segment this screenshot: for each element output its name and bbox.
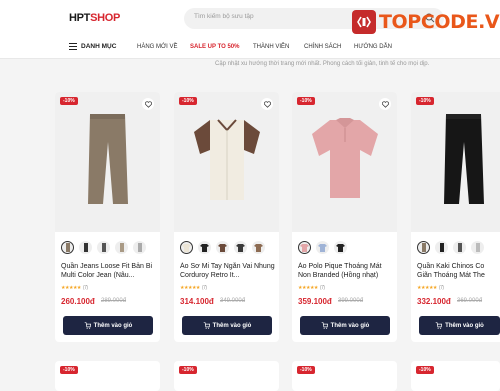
discount-badge: -10% bbox=[297, 366, 315, 374]
old-price: 289.000đ bbox=[101, 298, 127, 304]
product-name[interactable]: Quần Kaki Chinos Co Giãn Thoáng Mát The … bbox=[417, 262, 500, 280]
color-swatches bbox=[298, 241, 347, 254]
shop-logo[interactable]: HPTSHOP bbox=[69, 12, 120, 24]
wishlist-heart-icon[interactable] bbox=[261, 98, 273, 110]
rating-count: (7) bbox=[319, 285, 325, 291]
search-placeholder: Tìm kiếm bộ sưu tập bbox=[194, 13, 254, 20]
rating-stars: ★★★★★ (7) bbox=[417, 285, 444, 291]
color-swatches bbox=[180, 241, 265, 254]
swatch[interactable] bbox=[252, 241, 265, 254]
topcode-text: TOPCODE.VN bbox=[379, 11, 500, 33]
product-price: 260.100đ bbox=[61, 297, 95, 306]
rating-count: (7) bbox=[82, 285, 88, 291]
product-price: 332.100đ bbox=[417, 297, 451, 306]
logo-text-left: HPT bbox=[69, 12, 91, 24]
main-nav: DANH MỤC HÀNG MỚI VỀ SALE UP TO 50% THÀN… bbox=[0, 37, 500, 59]
swatch[interactable] bbox=[180, 241, 193, 254]
swatch[interactable] bbox=[316, 241, 329, 254]
hamburger-icon bbox=[69, 43, 77, 50]
topcode-watermark: TOPCODE.VN bbox=[352, 8, 500, 36]
add-to-cart-button[interactable]: Thêm vào giỏ bbox=[300, 316, 390, 335]
rating-count: (7) bbox=[201, 285, 207, 291]
discount-badge: -10% bbox=[60, 97, 78, 105]
cart-icon bbox=[203, 322, 210, 329]
swatch[interactable] bbox=[471, 241, 484, 254]
discount-badge: -10% bbox=[179, 366, 197, 374]
product-name[interactable]: Quần Jeans Loose Fit Bản Bi Multi Color … bbox=[61, 262, 157, 280]
swatch[interactable] bbox=[115, 241, 128, 254]
product-price: 314.100đ bbox=[180, 297, 214, 306]
pants-image bbox=[444, 114, 484, 204]
header: HPTSHOP Tìm kiếm bộ sưu tập TOPCODE.VN bbox=[0, 0, 500, 37]
logo-text-right: SHOP bbox=[90, 12, 121, 24]
topcode-logo-icon bbox=[352, 10, 376, 34]
add-to-cart-label: Thêm vào giỏ bbox=[93, 322, 133, 329]
discount-badge: -10% bbox=[297, 97, 315, 105]
nav-item-policy[interactable]: CHÍNH SÁCH bbox=[304, 44, 341, 50]
swatch[interactable] bbox=[298, 241, 311, 254]
category-menu-label: DANH MỤC bbox=[81, 43, 117, 50]
rating-stars: ★★★★★ (7) bbox=[180, 285, 207, 291]
old-price: 399.000đ bbox=[338, 298, 364, 304]
swatch[interactable] bbox=[198, 241, 211, 254]
swatch[interactable] bbox=[61, 241, 74, 254]
add-to-cart-button[interactable]: Thêm vào giỏ bbox=[63, 316, 153, 335]
category-menu-button[interactable]: DANH MỤC bbox=[69, 43, 116, 50]
wishlist-heart-icon[interactable] bbox=[142, 98, 154, 110]
nav-item-guide[interactable]: HƯỚNG DẪN bbox=[354, 44, 392, 50]
swatch[interactable] bbox=[133, 241, 146, 254]
product-card[interactable]: -10% Quần Kaki Chinos Co Giãn Thoáng Mát… bbox=[411, 92, 500, 342]
pants-image bbox=[88, 114, 128, 204]
old-price: 349.000đ bbox=[220, 298, 246, 304]
cart-icon bbox=[84, 322, 91, 329]
polo-image bbox=[312, 118, 378, 198]
swatch[interactable] bbox=[435, 241, 448, 254]
product-card[interactable]: -10% bbox=[411, 361, 500, 391]
swatch[interactable] bbox=[417, 241, 430, 254]
color-swatches bbox=[417, 241, 484, 254]
swatch[interactable] bbox=[234, 241, 247, 254]
product-image[interactable]: -10% bbox=[55, 92, 160, 232]
product-image[interactable]: -10% bbox=[292, 92, 397, 232]
add-to-cart-label: Thêm vào giỏ bbox=[445, 322, 484, 329]
discount-badge: -10% bbox=[179, 97, 197, 105]
product-card[interactable]: -10% Áo Sơ Mi Tay Ngắn Vai Nhung Corduro… bbox=[174, 92, 279, 342]
product-card[interactable]: -10% bbox=[174, 361, 279, 391]
add-to-cart-button[interactable]: Thêm vào giỏ bbox=[419, 316, 500, 335]
rating-count: (7) bbox=[438, 285, 444, 291]
add-to-cart-button[interactable]: Thêm vào giỏ bbox=[182, 316, 272, 335]
nav-item-new-arrivals[interactable]: HÀNG MỚI VỀ bbox=[137, 44, 177, 50]
nav-item-membership[interactable]: THÀNH VIÊN bbox=[253, 44, 289, 50]
product-card[interactable]: -10% Áo Polo Pique Thoáng Mát Non Brande… bbox=[292, 92, 397, 342]
old-price: 369.000đ bbox=[457, 298, 483, 304]
discount-badge: -10% bbox=[60, 366, 78, 374]
product-image[interactable]: -10% bbox=[411, 92, 500, 232]
cart-icon bbox=[321, 322, 328, 329]
shirt-image bbox=[194, 119, 260, 200]
swatch[interactable] bbox=[216, 241, 229, 254]
add-to-cart-label: Thêm vào giỏ bbox=[330, 322, 370, 329]
rating-stars: ★★★★★ (7) bbox=[61, 285, 88, 291]
swatch[interactable] bbox=[334, 241, 347, 254]
nav-item-sale[interactable]: SALE UP TO 50% bbox=[190, 44, 239, 50]
discount-badge: -10% bbox=[416, 366, 434, 374]
product-name[interactable]: Áo Polo Pique Thoáng Mát Non Branded (Hồ… bbox=[298, 262, 394, 280]
cart-icon bbox=[435, 322, 443, 329]
swatch[interactable] bbox=[453, 241, 466, 254]
color-swatches bbox=[61, 241, 146, 254]
product-image[interactable]: -10% bbox=[174, 92, 279, 232]
swatch[interactable] bbox=[79, 241, 92, 254]
product-price: 359.100đ bbox=[298, 297, 332, 306]
rating-stars: ★★★★★ (7) bbox=[298, 285, 325, 291]
page-subtext: Cập nhật xu hướng thời trang mới nhất. P… bbox=[215, 61, 430, 67]
product-card[interactable]: -10% bbox=[292, 361, 397, 391]
wishlist-heart-icon[interactable] bbox=[379, 98, 391, 110]
discount-badge: -10% bbox=[416, 97, 434, 105]
product-name[interactable]: Áo Sơ Mi Tay Ngắn Vai Nhung Corduroy Ret… bbox=[180, 262, 276, 280]
product-card[interactable]: -10% bbox=[55, 361, 160, 391]
add-to-cart-label: Thêm vào giỏ bbox=[212, 322, 252, 329]
product-card[interactable]: -10% Quần Jeans Loose Fit Bản Bi Multi C… bbox=[55, 92, 160, 342]
swatch[interactable] bbox=[97, 241, 110, 254]
